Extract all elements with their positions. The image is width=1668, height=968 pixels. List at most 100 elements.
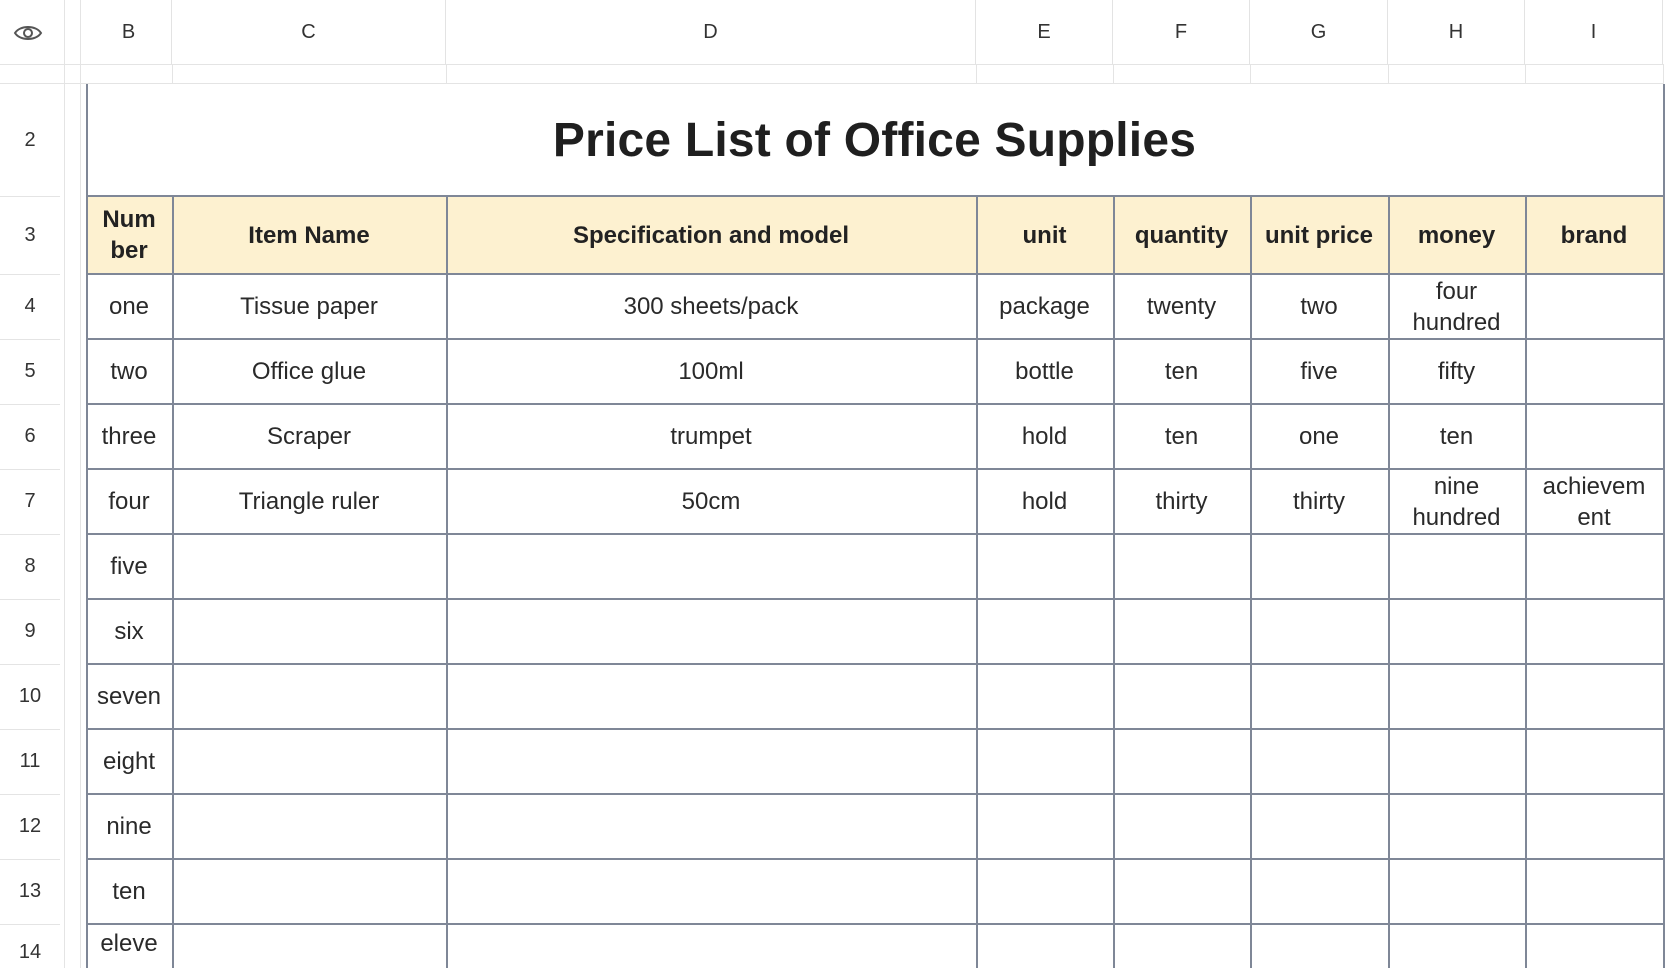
row-header-10[interactable]: 10 [0,664,60,729]
table-cell[interactable]: thirty [1113,469,1250,534]
table-cell[interactable] [1113,664,1250,729]
table-cell[interactable]: six [86,599,172,664]
table-cell[interactable] [1113,534,1250,599]
table-cell[interactable] [976,729,1113,794]
table-header-cell[interactable]: Item Name [172,196,446,274]
table-cell[interactable] [1250,534,1388,599]
table-cell[interactable]: one [86,274,172,339]
table-cell[interactable]: package [976,274,1113,339]
table-header-cell[interactable]: money [1388,196,1525,274]
table-cell[interactable]: eight [86,729,172,794]
table-cell[interactable]: achievem ent [1525,469,1663,534]
row-header-4[interactable]: 4 [0,274,60,339]
table-cell[interactable] [1525,339,1663,404]
row-header-8[interactable]: 8 [0,534,60,599]
table-cell[interactable]: Triangle ruler [172,469,446,534]
column-header-c[interactable]: C [172,0,446,64]
row-header-3[interactable]: 3 [0,196,60,274]
table-cell[interactable]: fifty [1388,339,1525,404]
table-cell[interactable]: two [1250,274,1388,339]
row-header-7[interactable]: 7 [0,469,60,534]
table-cell[interactable]: twenty [1113,274,1250,339]
table-cell[interactable] [1525,534,1663,599]
table-cell[interactable]: two [86,339,172,404]
table-cell[interactable] [446,534,976,599]
table-cell[interactable] [1113,599,1250,664]
table-cell[interactable]: ten [1113,339,1250,404]
table-cell[interactable] [172,664,446,729]
table-cell[interactable] [1113,794,1250,859]
table-cell[interactable]: nine hundred [1388,469,1525,534]
table-cell[interactable] [446,924,976,968]
row-header-5[interactable]: 5 [0,339,60,404]
row-header-12[interactable]: 12 [0,794,60,859]
table-cell[interactable]: hold [976,469,1113,534]
table-cell[interactable] [1525,794,1663,859]
table-cell[interactable] [1250,664,1388,729]
table-cell[interactable] [1525,599,1663,664]
row-header-11[interactable]: 11 [0,729,60,794]
table-cell[interactable]: one [1250,404,1388,469]
table-cell[interactable] [1525,664,1663,729]
table-cell[interactable] [1388,859,1525,924]
table-cell[interactable]: Office glue [172,339,446,404]
row-header-2[interactable]: 2 [0,84,60,196]
table-cell[interactable] [1388,729,1525,794]
table-cell[interactable] [446,599,976,664]
table-cell[interactable] [1250,794,1388,859]
table-cell[interactable] [976,859,1113,924]
eye-icon[interactable] [10,18,46,48]
table-header-cell[interactable]: unit price [1250,196,1388,274]
table-cell[interactable] [1388,534,1525,599]
table-cell[interactable]: Scraper [172,404,446,469]
table-cell[interactable] [1525,924,1663,968]
table-cell[interactable] [1388,664,1525,729]
table-cell[interactable]: ten [86,859,172,924]
table-cell[interactable] [172,794,446,859]
table-cell[interactable] [1388,924,1525,968]
table-cell[interactable] [976,924,1113,968]
table-cell[interactable] [1250,729,1388,794]
table-cell[interactable]: Tissue paper [172,274,446,339]
table-cell[interactable]: bottle [976,339,1113,404]
table-cell[interactable] [446,664,976,729]
table-cell[interactable]: seven [86,664,172,729]
spreadsheet[interactable]: B C D E F G H I 2 3 4 5 6 7 8 9 10 11 12 13 14 Price List of … [0,0,1668,968]
table-cell[interactable] [1525,274,1663,339]
table-cell[interactable] [1250,924,1388,968]
table-header-cell[interactable]: unit [976,196,1113,274]
table-cell[interactable]: thirty [1250,469,1388,534]
table-cell[interactable] [172,599,446,664]
table-header-cell[interactable]: brand [1525,196,1663,274]
column-header-i[interactable]: I [1525,0,1663,64]
column-header-f[interactable]: F [1113,0,1250,64]
table-cell[interactable] [976,599,1113,664]
table-cell[interactable] [172,859,446,924]
table-cell[interactable]: three [86,404,172,469]
table-cell[interactable] [976,534,1113,599]
table-cell[interactable] [1113,859,1250,924]
table-cell[interactable] [1525,404,1663,469]
column-header-g[interactable]: G [1250,0,1388,64]
table-cell[interactable] [1113,729,1250,794]
table-header-cell[interactable]: Num ber [86,196,172,274]
row-header-13[interactable]: 13 [0,859,60,924]
table-cell[interactable]: four hundred [1388,274,1525,339]
table-cell[interactable] [172,729,446,794]
row-header-6[interactable]: 6 [0,404,60,469]
table-cell[interactable] [1388,599,1525,664]
table-cell[interactable]: ten [1388,404,1525,469]
table-cell[interactable] [446,859,976,924]
table-cell[interactable]: eleve [86,924,172,968]
column-header-e[interactable]: E [976,0,1113,64]
table-cell[interactable]: five [1250,339,1388,404]
table-cell[interactable] [976,794,1113,859]
table-cell[interactable]: hold [976,404,1113,469]
table-cell[interactable]: ten [1113,404,1250,469]
column-header-d[interactable]: D [446,0,976,64]
table-cell[interactable] [172,924,446,968]
table-cell[interactable] [1525,859,1663,924]
table-cell[interactable] [172,534,446,599]
table-cell[interactable]: four [86,469,172,534]
table-cell[interactable] [976,664,1113,729]
